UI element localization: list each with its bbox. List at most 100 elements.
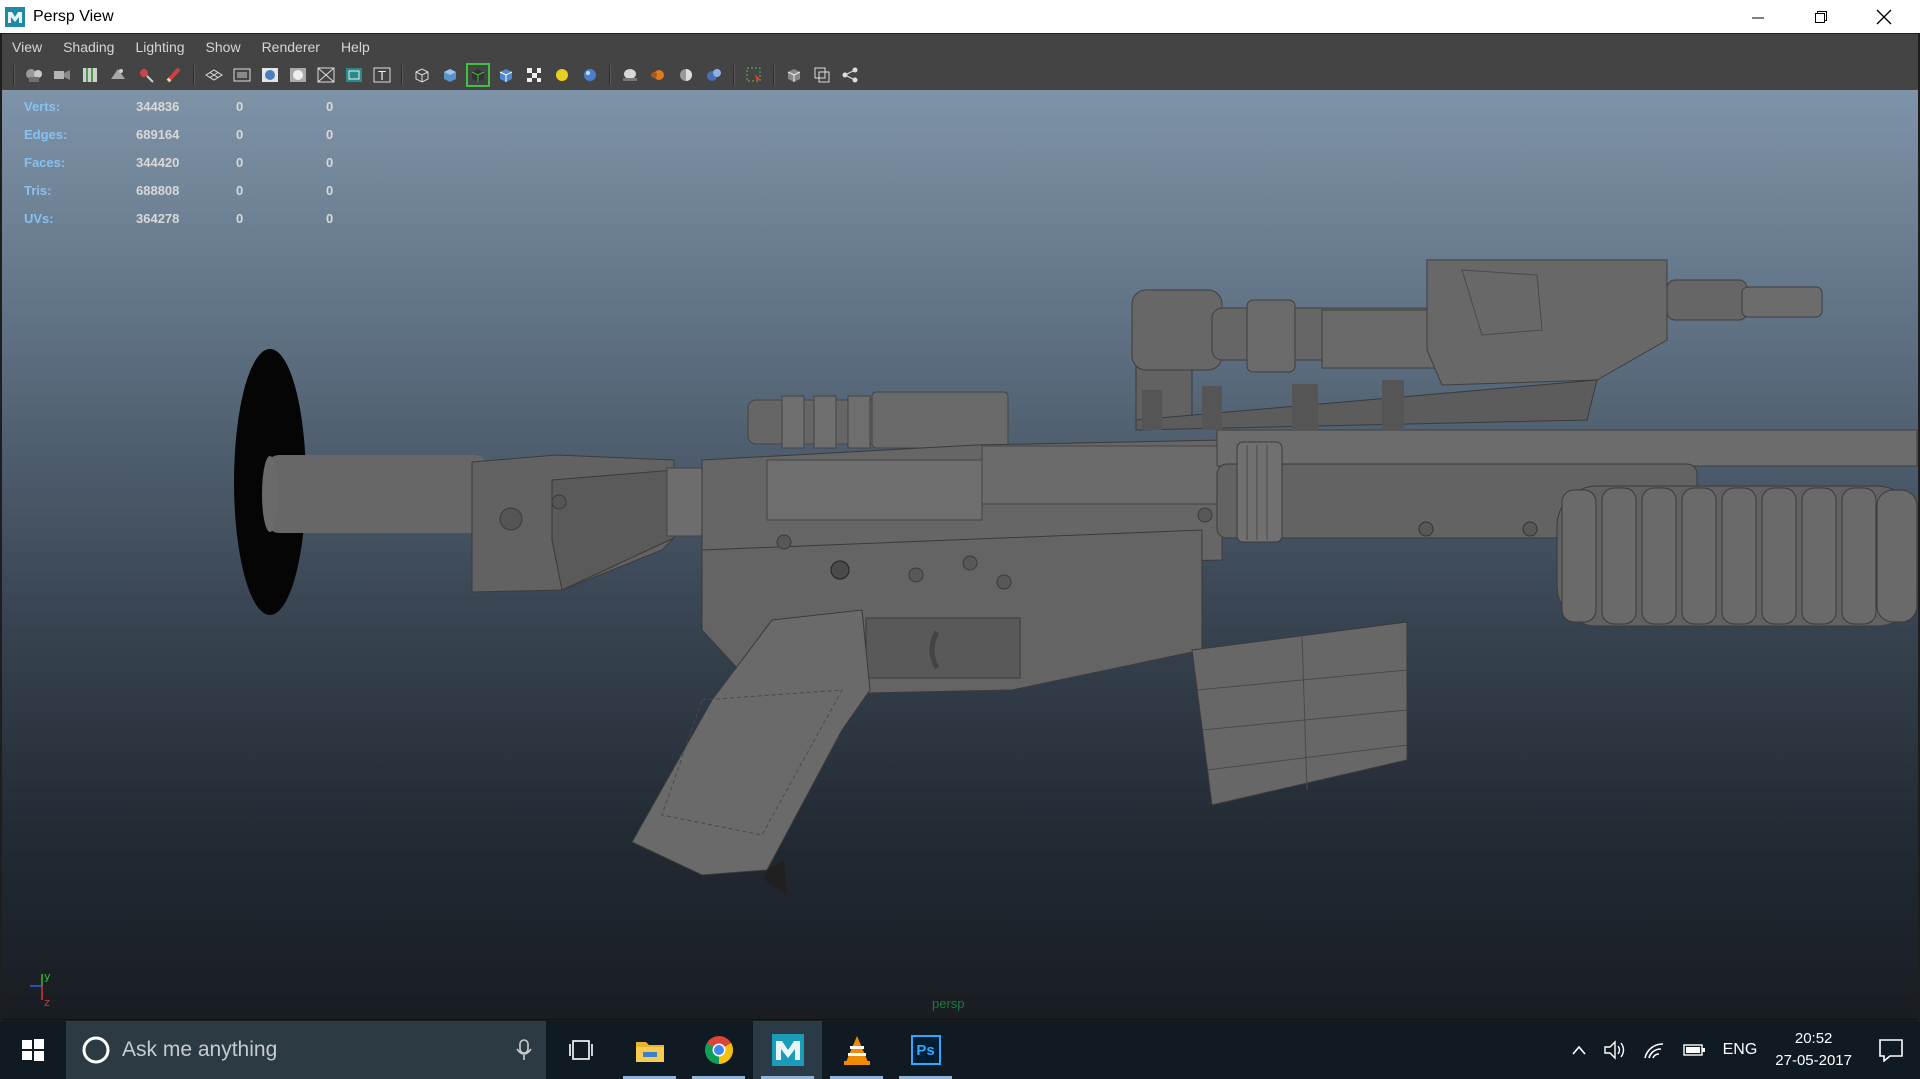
- menu-view[interactable]: View: [12, 39, 42, 55]
- menu-shading[interactable]: Shading: [63, 39, 114, 55]
- rifle-buffer-tube: [267, 455, 487, 533]
- hud-value: 688808: [136, 182, 180, 198]
- resolution-gate-button[interactable]: [258, 63, 282, 87]
- perspective-viewport[interactable]: Verts: 344836 0 0 Edges: 689164 0 0 Face…: [2, 90, 1918, 1020]
- volume-button[interactable]: [1603, 1040, 1627, 1060]
- xray-button[interactable]: [782, 63, 806, 87]
- minimize-button[interactable]: [1727, 0, 1789, 33]
- xray-joints-icon: [814, 67, 830, 83]
- anti-aliasing-button[interactable]: [674, 63, 698, 87]
- minimize-icon: [1752, 17, 1764, 18]
- hud-value: 364278: [136, 210, 180, 226]
- hud-value: 0: [236, 126, 244, 142]
- show-hidden-icons-button[interactable]: [1571, 1044, 1587, 1056]
- screen-space-ao-button[interactable]: [618, 63, 642, 87]
- bookmark-icon: [83, 68, 97, 82]
- input-language-indicator[interactable]: ENG: [1723, 1041, 1758, 1059]
- chevron-up-icon: [1571, 1045, 1586, 1055]
- checker-icon: [527, 68, 541, 82]
- svg-text:T: T: [377, 69, 386, 83]
- menu-renderer[interactable]: Renderer: [262, 39, 320, 55]
- light-bulb-icon: [556, 69, 568, 81]
- grease-pencil-button[interactable]: [162, 63, 186, 87]
- image-plane-icon: [111, 69, 125, 79]
- shadows-button[interactable]: [578, 63, 602, 87]
- menu-lighting[interactable]: Lighting: [135, 39, 184, 55]
- taskbar-chrome[interactable]: [684, 1021, 753, 1079]
- default-material-button[interactable]: [494, 63, 518, 87]
- depth-of-field-button[interactable]: [702, 63, 726, 87]
- network-button[interactable]: [1643, 1040, 1665, 1060]
- grid-button[interactable]: [202, 63, 226, 87]
- smooth-shade-button[interactable]: [438, 63, 462, 87]
- camera-icon: [26, 69, 42, 82]
- wireframe-cube-icon: [415, 68, 429, 83]
- camera-name-label: persp: [932, 996, 965, 1011]
- use-all-lights-button[interactable]: [550, 63, 574, 87]
- hud-value: 0: [326, 98, 334, 114]
- shadow-sphere-icon: [584, 69, 596, 81]
- maya-app-icon: [5, 6, 25, 27]
- speaker-icon: [1603, 1040, 1624, 1060]
- action-center-button[interactable]: [1878, 1038, 1904, 1062]
- menu-show[interactable]: Show: [206, 39, 241, 55]
- xray-components-button[interactable]: [838, 63, 862, 87]
- toolbar-separator: [401, 65, 403, 85]
- film-gate-button[interactable]: [230, 63, 254, 87]
- close-button[interactable]: [1853, 0, 1915, 33]
- vlc-cone-icon: [843, 1036, 870, 1065]
- rifle-launcher-attachment: [1556, 485, 1918, 627]
- taskbar-maya[interactable]: [753, 1021, 822, 1079]
- toolbar-separator: [733, 65, 735, 85]
- task-view-button[interactable]: [546, 1021, 615, 1079]
- field-chart-icon: [317, 67, 335, 83]
- taskbar-photoshop[interactable]: Ps: [891, 1021, 960, 1079]
- motion-blur-icon: [651, 70, 664, 80]
- default-material-icon: [499, 69, 513, 82]
- toolbar-separator: [773, 65, 775, 85]
- pencil-icon: [166, 67, 181, 83]
- two-d-pan-zoom-button[interactable]: [134, 63, 158, 87]
- restore-button[interactable]: [1790, 0, 1852, 33]
- rifle-front-scope: [1131, 259, 1823, 431]
- xray-components-icon: [842, 67, 858, 83]
- xray-joints-button[interactable]: [810, 63, 834, 87]
- hud-label: Tris:: [24, 182, 52, 198]
- safe-action-icon: [346, 68, 362, 82]
- photoshop-icon-label: Ps: [916, 1041, 935, 1059]
- hud-row-tris: Tris: 688808 0 0: [24, 176, 386, 204]
- select-camera-button[interactable]: [22, 63, 46, 87]
- toolbar-separator: [13, 65, 15, 85]
- safe-action-button[interactable]: [342, 63, 366, 87]
- microphone-icon[interactable]: [514, 1038, 534, 1062]
- taskbar-file-explorer[interactable]: [615, 1021, 684, 1079]
- hud-value: 0: [236, 154, 244, 170]
- isolate-select-button[interactable]: [742, 63, 766, 87]
- battery-button[interactable]: [1681, 1041, 1707, 1059]
- image-plane-button[interactable]: [106, 63, 130, 87]
- hud-value: 344836: [136, 98, 180, 114]
- clock-date: 27-05-2017: [1775, 1052, 1852, 1069]
- textured-button[interactable]: [522, 63, 546, 87]
- gate-mask-button[interactable]: [286, 63, 310, 87]
- safe-title-button[interactable]: T: [370, 63, 394, 87]
- notification-icon: [1879, 1039, 1903, 1062]
- start-button[interactable]: [0, 1021, 66, 1079]
- field-chart-button[interactable]: [314, 63, 338, 87]
- wireframe-on-shaded-button[interactable]: [466, 63, 490, 87]
- hud-value: 0: [326, 154, 334, 170]
- axis-label-z: z: [44, 996, 50, 1009]
- menu-help[interactable]: Help: [341, 39, 370, 55]
- isolate-select-icon: [746, 67, 761, 83]
- wireframe-button[interactable]: [410, 63, 434, 87]
- clock[interactable]: 20:52 27-05-2017: [1775, 1028, 1852, 1072]
- camera-attributes-button[interactable]: [50, 63, 74, 87]
- cortana-search-box[interactable]: Ask me anything: [66, 1021, 546, 1079]
- motion-blur-button[interactable]: [646, 63, 670, 87]
- bookmarks-button[interactable]: [78, 63, 102, 87]
- battery-plug-icon: [1682, 1044, 1705, 1056]
- safe-title-icon: T: [373, 67, 391, 83]
- xray-cube-icon: [787, 69, 801, 82]
- taskbar-vlc[interactable]: [822, 1021, 891, 1079]
- hud-row-uvs: UVs: 364278 0 0: [24, 204, 386, 232]
